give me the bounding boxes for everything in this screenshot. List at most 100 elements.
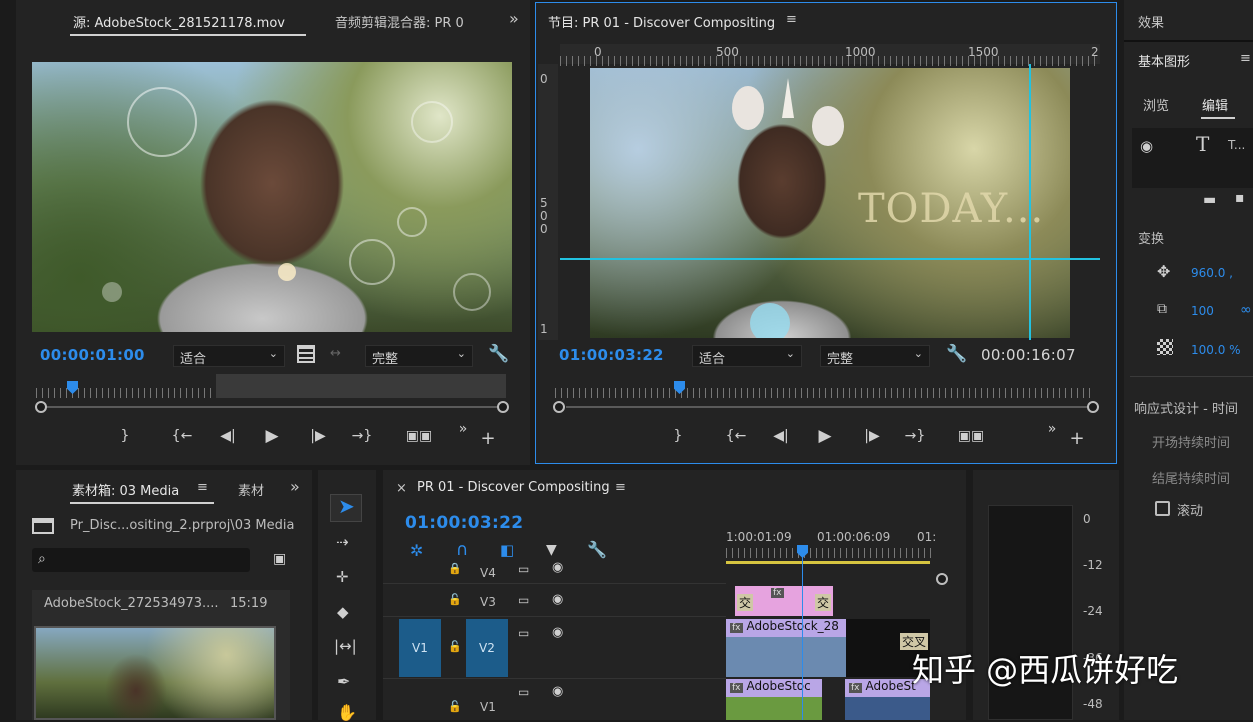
step-back-button[interactable]: ◀| <box>769 428 793 444</box>
panel-overflow-button[interactable]: » <box>509 9 519 28</box>
timeline-vertical-scroll-handle[interactable] <box>936 573 948 585</box>
insert-arrows-icon[interactable]: ↔ <box>330 346 341 361</box>
source-zoom-bar[interactable] <box>46 406 498 408</box>
toggle-sync-icon[interactable]: ▭ <box>518 562 529 576</box>
tab-bin-menu[interactable]: ≡ <box>197 480 208 495</box>
play-button[interactable]: ▶ <box>813 426 837 446</box>
track-label-v1: V1 <box>480 700 496 714</box>
go-to-in-button[interactable]: {← <box>724 428 748 444</box>
bin-search-field[interactable] <box>32 548 250 572</box>
tab-edit[interactable]: 编辑 <box>1202 95 1228 114</box>
new-search-bin-icon[interactable]: ▣ <box>273 551 286 567</box>
linked-selection-icon[interactable]: ◧ <box>500 541 514 559</box>
wrench-icon[interactable]: 🔧 <box>587 540 607 559</box>
add-marker-icon[interactable]: ▼ <box>546 542 557 558</box>
play-button[interactable]: ▶ <box>260 426 284 446</box>
timeline-timecode[interactable]: 01:00:03:22 <box>405 513 523 533</box>
step-back-button[interactable]: ◀| <box>216 428 240 444</box>
razor-icon[interactable]: ◆ <box>337 603 349 621</box>
pen-icon[interactable]: ✒ <box>337 672 350 691</box>
program-zoom-left-handle[interactable] <box>553 401 565 413</box>
tab-effects[interactable]: 效果 <box>1138 12 1164 31</box>
bin-item-thumbnail[interactable] <box>34 626 276 720</box>
position-value[interactable]: 960.0 , <box>1191 266 1233 280</box>
eye-icon[interactable]: ◉ <box>552 684 563 699</box>
timeline-title[interactable]: PR 01 - Discover Compositing <box>417 480 610 495</box>
horizontal-guide[interactable] <box>560 258 1100 260</box>
program-zoom-bar[interactable] <box>566 406 1088 408</box>
chevron-down-icon: ⌄ <box>785 347 795 360</box>
transport-overflow-button[interactable]: » <box>1040 421 1064 437</box>
program-scrub-ruler[interactable] <box>555 388 1095 398</box>
lock-icon[interactable]: 🔓 <box>448 640 462 653</box>
folder-up-icon[interactable] <box>32 518 54 534</box>
go-to-out-button[interactable]: →} <box>350 428 374 444</box>
eye-icon[interactable]: ◉ <box>552 592 563 607</box>
text-layer-name[interactable]: T... <box>1228 138 1245 152</box>
scale-value[interactable]: 100 <box>1191 304 1214 318</box>
opacity-value[interactable]: 100.0 % <box>1191 343 1241 357</box>
button-editor-add[interactable]: + <box>476 428 500 449</box>
source-timecode[interactable]: 00:00:01:00 <box>40 346 145 364</box>
program-fit-dropdown[interactable]: 适合 ⌄ <box>692 345 802 367</box>
new-layer-icon[interactable]: ▪ <box>1235 190 1245 206</box>
export-frame-button[interactable]: ▣▣ <box>405 428 433 444</box>
scroll-checkbox[interactable] <box>1155 501 1170 516</box>
overlay-text[interactable]: TODAY... <box>858 186 1044 232</box>
slip-icon[interactable]: |↔| <box>334 637 357 655</box>
source-fit-dropdown[interactable]: 适合 ⌄ <box>173 345 285 367</box>
step-forward-button[interactable]: |▶ <box>860 428 884 444</box>
source-zoom-right-handle[interactable] <box>497 401 509 413</box>
program-menu-icon[interactable]: ≡ <box>786 12 797 27</box>
track-select-icon[interactable]: ⇢ <box>336 533 349 551</box>
toggle-sync-icon[interactable]: ▭ <box>518 626 529 640</box>
work-area-bar[interactable] <box>726 561 930 564</box>
step-forward-button[interactable]: |▶ <box>306 428 330 444</box>
nest-icon[interactable]: ✲ <box>410 541 423 560</box>
program-timecode[interactable]: 01:00:03:22 <box>559 346 664 364</box>
vertical-guide[interactable] <box>1029 64 1031 340</box>
toggle-sync-icon[interactable]: ▭ <box>518 685 529 699</box>
go-to-in-button[interactable]: {← <box>170 428 194 444</box>
go-to-out-button[interactable]: →} <box>903 428 927 444</box>
wrench-icon[interactable]: 🔧 <box>946 344 967 364</box>
export-frame-button[interactable]: ▣▣ <box>957 428 985 444</box>
clip-v2-video[interactable]: fx AdobeStock_28 <box>726 619 846 677</box>
timeline-ruler[interactable] <box>726 548 936 558</box>
program-quality-dropdown[interactable]: 完整 ⌄ <box>820 345 930 367</box>
clip-v3-graphic[interactable]: fx 交 交 <box>735 586 833 616</box>
panel-menu-icon[interactable]: ≡ <box>1240 51 1251 66</box>
button-editor-add[interactable]: + <box>1065 428 1089 449</box>
lock-icon[interactable]: 🔓 <box>448 593 462 606</box>
eye-icon[interactable]: ◉ <box>552 625 563 640</box>
timeline-menu[interactable]: ≡ <box>615 480 626 495</box>
toggle-sync-icon[interactable]: ▭ <box>518 593 529 607</box>
mark-out-button[interactable]: } <box>666 428 690 444</box>
folder-icon[interactable]: ▬ <box>1203 192 1216 208</box>
program-zoom-right-handle[interactable] <box>1087 401 1099 413</box>
hand-icon[interactable]: ✋ <box>337 703 357 722</box>
lock-icon[interactable]: 🔒 <box>448 562 462 575</box>
clip-v1-video[interactable]: fx AdobeStoc <box>726 679 822 720</box>
lock-icon[interactable]: 🔓 <box>448 700 462 713</box>
tab-other[interactable]: 素材 <box>238 480 264 499</box>
film-strip-icon[interactable] <box>297 345 315 363</box>
tab-bin[interactable]: 素材箱: 03 Media <box>72 480 179 499</box>
eye-icon[interactable]: ◉ <box>552 560 563 575</box>
eye-icon[interactable]: ◉ <box>1140 137 1153 155</box>
ripple-edit-icon[interactable]: ✛ <box>336 568 349 586</box>
source-zoom-left-handle[interactable] <box>35 401 47 413</box>
tab-browse[interactable]: 浏览 <box>1143 95 1169 114</box>
source-scrub-ruler[interactable] <box>36 388 216 398</box>
panel-overflow-button[interactable]: » <box>290 477 300 496</box>
link-icon[interactable]: ∞ <box>1240 302 1252 318</box>
timeline-close-button[interactable]: × <box>396 481 407 496</box>
mark-out-button[interactable]: } <box>113 428 137 444</box>
tab-source[interactable]: 源: AdobeStock_281521178.mov <box>73 12 285 31</box>
wrench-icon[interactable]: 🔧 <box>488 344 509 364</box>
source-quality-dropdown[interactable]: 完整 ⌄ <box>365 345 473 367</box>
transport-overflow-button[interactable]: » <box>451 421 475 437</box>
bin-item-name[interactable]: AdobeStock_272534973.... <box>44 596 219 611</box>
tab-audio-mixer[interactable]: 音频剪辑混合器: PR 0 <box>335 12 480 31</box>
snap-icon[interactable]: ∩ <box>456 540 468 560</box>
